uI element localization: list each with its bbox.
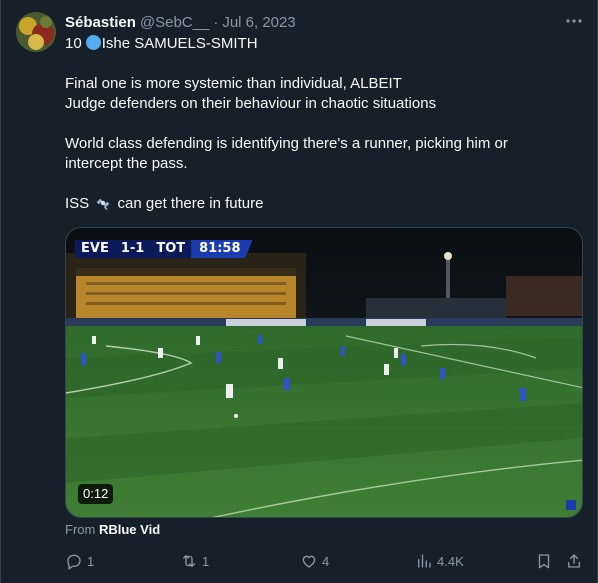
author-handle[interactable]: @SebC__: [140, 14, 209, 31]
video-duration: 0:12: [78, 484, 114, 504]
tweet-text-line: Judge defenders on their behaviour in ch…: [65, 95, 437, 112]
tweet-text-segment: 10: [65, 35, 82, 52]
away-team: TOT: [150, 240, 192, 258]
tweet-text-line: intercept the pass.: [65, 155, 188, 172]
video-player[interactable]: EVE 1-1 TOT 81:58 0:12: [65, 227, 583, 518]
views-chart-icon: [418, 554, 431, 568]
reply-icon: [67, 554, 81, 570]
tweet-text-line: 10 Ishe SAMUELS-SMITH: [65, 34, 258, 54]
repost-button[interactable]: 1: [180, 551, 209, 571]
satellite-icon: [97, 198, 110, 210]
tweet-header: Sébastien @SebC__ · Jul 6, 2023: [65, 12, 296, 32]
match-clock: 81:58: [191, 240, 253, 258]
media-source: From RBlue Vid: [65, 521, 160, 539]
tweet-text-line: Final one is more systemic than individu…: [65, 75, 402, 92]
avatar[interactable]: [16, 12, 56, 52]
views-button[interactable]: 4.4K: [415, 551, 464, 571]
repost-count: 1: [202, 553, 210, 569]
media-source-label: From: [65, 522, 96, 537]
bookmark-button[interactable]: [535, 551, 553, 571]
tweet[interactable]: Sébastien @SebC__ · Jul 6, 2023 10 Ishe S…: [0, 0, 598, 583]
reply-button[interactable]: 1: [65, 551, 94, 571]
bookmark-icon: [538, 554, 550, 569]
scorebug: EVE 1-1 TOT 81:58: [75, 240, 253, 258]
tweet-text-line: World class defending is identifying the…: [65, 135, 508, 152]
header-separator: ·: [213, 13, 219, 31]
reply-count: 1: [87, 553, 95, 569]
media-source-name[interactable]: RBlue Vid: [99, 522, 160, 537]
tweet-text-segment: can get there in future: [117, 195, 264, 212]
tweet-text-segment: ISS: [65, 195, 90, 212]
tweet-date[interactable]: Jul 6, 2023: [222, 14, 295, 31]
score: 1-1: [114, 240, 151, 258]
video-frame: [66, 228, 582, 517]
like-count: 4: [322, 553, 330, 569]
repost-icon: [183, 555, 195, 567]
home-team: EVE: [75, 240, 115, 258]
share-icon: [568, 554, 580, 568]
author-name[interactable]: Sébastien: [65, 14, 136, 31]
blue-circle-icon: [85, 35, 101, 50]
heart-icon: [302, 555, 316, 568]
tweet-text-segment: Ishe SAMUELS-SMITH: [101, 35, 258, 52]
like-button[interactable]: 4: [300, 551, 329, 571]
tweet-text-line: ISS can get there in future: [65, 194, 263, 214]
views-count: 4.4K: [437, 553, 464, 569]
share-button[interactable]: [565, 551, 583, 571]
more-horizontal-icon[interactable]: [563, 10, 585, 32]
